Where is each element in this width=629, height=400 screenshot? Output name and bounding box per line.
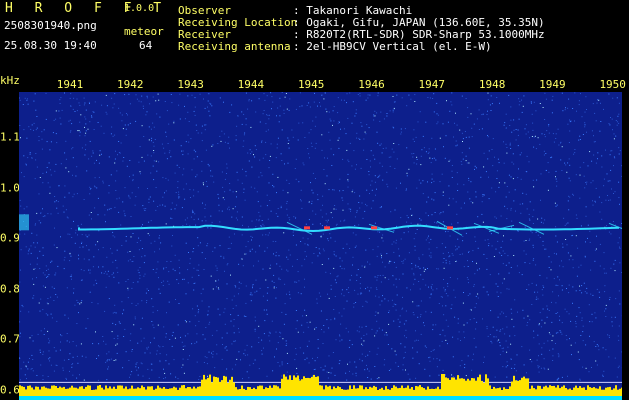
file-name: 2508301940.png: [4, 19, 97, 32]
x-tick-label: 1949: [539, 78, 566, 91]
x-tick-label: 1941: [56, 78, 84, 91]
echo-hotspot: [304, 226, 310, 230]
x-tick-label: 1950: [599, 78, 626, 91]
spectrogram-canvas: [19, 92, 622, 400]
field-key-antenna: Receiving antenna: [178, 40, 291, 53]
carrier-trace: [78, 224, 620, 233]
y-tick-label: 0.7: [0, 332, 20, 346]
y-tick-label: 0.6: [0, 383, 20, 397]
x-tick-label: 1943: [177, 78, 204, 91]
meteor-echo: [518, 221, 545, 235]
x-tick-label: 1946: [358, 78, 385, 91]
y-tick-label: 0.8: [0, 282, 20, 296]
y-tick-label: 1.0: [0, 181, 20, 195]
y-axis-unit: kHz: [0, 74, 20, 87]
meteor-count-label: meteor: [124, 25, 164, 38]
edge-echo: [19, 214, 29, 231]
y-tick-label: 1.1: [0, 130, 20, 144]
app-version: 1.0.0: [124, 3, 155, 14]
echo-hotspot: [371, 226, 377, 230]
x-tick-label: 1947: [418, 78, 446, 91]
echo-hotspot: [324, 226, 330, 230]
hrofft-window: H R O F F T 1.0.0 2508301940.png 25.08.3…: [0, 0, 629, 400]
field-value-antenna: : 2el-HB9CV Vertical (el. E-W): [293, 40, 492, 53]
activity-histogram: [19, 374, 622, 396]
x-tick-label: 1948: [478, 78, 506, 91]
y-tick-label: 0.9: [0, 231, 20, 245]
noise-speckle: [19, 92, 622, 381]
x-tick-label: 1944: [237, 78, 265, 91]
meteor-count-value: 64: [139, 39, 153, 52]
echo-hotspot: [447, 226, 453, 230]
x-tick-label: 1945: [297, 78, 325, 91]
capture-datetime: 25.08.30 19:40: [4, 39, 97, 52]
x-tick-label: 1942: [117, 78, 144, 91]
spectrogram-plot: [19, 92, 622, 400]
